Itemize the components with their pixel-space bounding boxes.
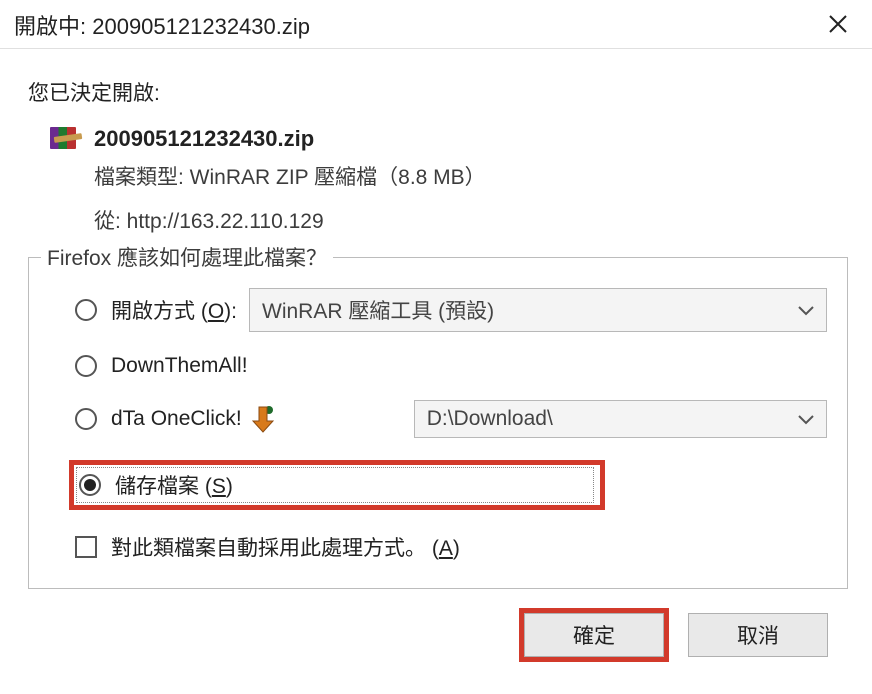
save-file-label[interactable]: 儲存檔案 (S) bbox=[115, 470, 233, 500]
close-button[interactable] bbox=[820, 8, 856, 42]
dta-destination-text: D:\Download\ bbox=[427, 407, 553, 431]
ok-button[interactable]: 確定 bbox=[524, 613, 664, 657]
save-file-highlight: 儲存檔案 (S) bbox=[69, 460, 605, 510]
remember-checkbox[interactable] bbox=[75, 536, 97, 558]
option-dta-oneclick[interactable]: dTa OneClick! D:\Download\ bbox=[75, 400, 827, 438]
group-legend: Firefox 應該如何處理此檔案？ bbox=[41, 242, 333, 272]
option-downthemall[interactable]: DownThemAll! bbox=[75, 354, 827, 378]
option-save-file-row: 儲存檔案 (S) bbox=[69, 460, 827, 510]
dta-arrow-icon bbox=[252, 405, 274, 433]
chevron-down-icon bbox=[798, 300, 814, 321]
radio-downthemall[interactable] bbox=[75, 355, 97, 377]
file-from-label: 從: bbox=[94, 210, 127, 233]
chevron-down-icon bbox=[798, 409, 814, 430]
close-icon bbox=[828, 14, 848, 34]
radio-open-with[interactable] bbox=[75, 299, 97, 321]
downthemall-label: DownThemAll! bbox=[111, 354, 248, 378]
title-bar: 開啟中: 200905121232430.zip bbox=[0, 0, 872, 49]
cancel-button[interactable]: 取消 bbox=[688, 613, 828, 657]
remember-label: 對此類檔案自動採用此處理方式。 (A) bbox=[111, 532, 460, 562]
option-open-with[interactable]: 開啟方式 (O): WinRAR 壓縮工具 (預設) bbox=[75, 288, 827, 332]
decided-label: 您已決定開啟: bbox=[28, 77, 850, 107]
title-prefix: 開啟中: bbox=[14, 14, 92, 39]
file-from-value: http://163.22.110.129 bbox=[127, 210, 324, 233]
file-type-value: WinRAR ZIP 壓縮檔（8.8 MB） bbox=[190, 166, 486, 189]
file-from-row: 從: http://163.22.110.129 bbox=[94, 205, 850, 235]
window-title: 開啟中: 200905121232430.zip bbox=[14, 9, 310, 41]
dialog-content: 您已決定開啟: 200905121232430.zip 檔案類型: WinRAR… bbox=[0, 49, 872, 669]
file-name: 200905121232430.zip bbox=[94, 126, 314, 152]
button-row: 確定 取消 bbox=[28, 613, 850, 657]
open-with-select-text: WinRAR 壓縮工具 (預設) bbox=[262, 295, 494, 325]
save-file-focus: 儲存檔案 (S) bbox=[76, 467, 594, 503]
dta-destination-select[interactable]: D:\Download\ bbox=[414, 400, 827, 438]
open-with-label: 開啟方式 (O): bbox=[111, 295, 237, 325]
file-row: 200905121232430.zip bbox=[50, 125, 850, 153]
winrar-icon bbox=[50, 125, 82, 153]
radio-save-file[interactable] bbox=[79, 474, 101, 496]
title-filename: 200905121232430.zip bbox=[92, 14, 310, 39]
file-type-label: 檔案類型: bbox=[94, 166, 190, 189]
file-type-row: 檔案類型: WinRAR ZIP 壓縮檔（8.8 MB） bbox=[94, 161, 850, 191]
radio-dta-oneclick[interactable] bbox=[75, 408, 97, 430]
remember-choice-row[interactable]: 對此類檔案自動採用此處理方式。 (A) bbox=[75, 532, 827, 562]
open-with-select[interactable]: WinRAR 壓縮工具 (預設) bbox=[249, 288, 827, 332]
dta-oneclick-label: dTa OneClick! bbox=[111, 407, 242, 431]
action-group: Firefox 應該如何處理此檔案？ 開啟方式 (O): WinRAR 壓縮工具… bbox=[28, 257, 848, 589]
